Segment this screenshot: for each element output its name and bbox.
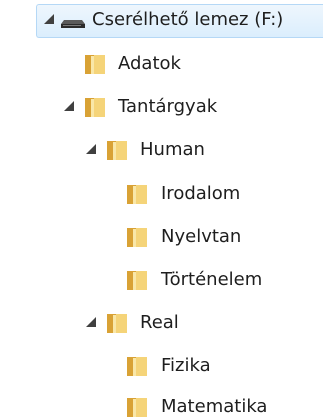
folder-icon [124, 353, 150, 383]
folder-icon [124, 181, 150, 211]
folder-icon [124, 394, 150, 418]
folder-icon [124, 267, 150, 297]
tree-item-label: Real [140, 312, 179, 333]
tree-item-label: Cserélhető lemez (F:) [92, 9, 284, 30]
folder-icon [104, 310, 130, 340]
folder-icon [82, 94, 108, 124]
tree-item-adatok[interactable]: Adatok [0, 44, 323, 84]
tree-item-label: Fizika [161, 355, 211, 376]
expand-arrow-icon[interactable] [86, 317, 96, 327]
tree-item-label: Irodalom [161, 183, 241, 204]
tree-item-nyelvtan[interactable]: Nyelvtan [0, 217, 323, 257]
tree-item-label: Nyelvtan [161, 226, 242, 247]
expand-arrow-icon[interactable] [44, 14, 54, 24]
tree-item-label: Történelem [161, 269, 263, 290]
folder-icon [124, 224, 150, 254]
tree-item-label: Matematika [161, 396, 268, 417]
tree-item-drive[interactable]: Cserélhető lemez (F:) [0, 0, 323, 40]
expand-arrow-icon[interactable] [64, 101, 74, 111]
tree-item-irodalom[interactable]: Irodalom [0, 174, 323, 214]
tree-item-real[interactable]: Real [0, 303, 323, 343]
tree-item-label: Tantárgyak [118, 96, 218, 117]
folder-tree: Cserélhető lemez (F:) Adatok Tantárgyak [0, 0, 323, 418]
removable-drive-icon [60, 10, 86, 34]
folder-icon [82, 51, 108, 81]
tree-item-tortenelem[interactable]: Történelem [0, 260, 323, 300]
tree-item-fizika[interactable]: Fizika [0, 346, 323, 386]
folder-icon [104, 137, 130, 167]
tree-item-label: Adatok [118, 53, 181, 74]
tree-item-human[interactable]: Human [0, 130, 323, 170]
tree-item-label: Human [140, 139, 205, 160]
tree-item-matematika[interactable]: Matematika [0, 387, 323, 418]
expand-arrow-icon[interactable] [86, 144, 96, 154]
tree-item-tantargyak[interactable]: Tantárgyak [0, 87, 323, 127]
